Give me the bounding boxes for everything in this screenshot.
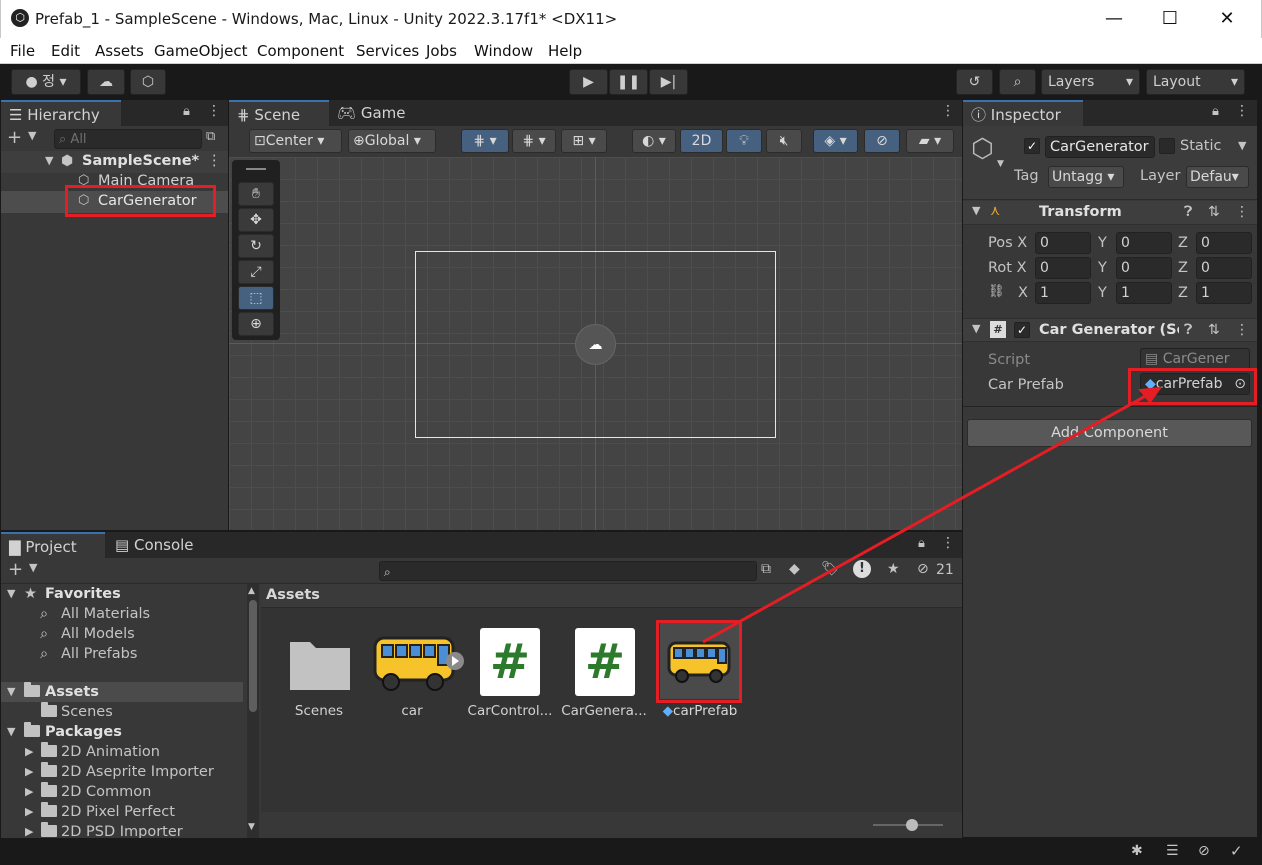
status-bar: ✱ ☰ ⊘ ✓ bbox=[0, 838, 1262, 865]
annotation-arrow bbox=[702, 386, 1163, 644]
cache-server-icon[interactable]: ☰ bbox=[1166, 843, 1179, 859]
check-icon[interactable]: ✓ bbox=[1230, 842, 1243, 860]
unity-editor: ⬡ Prefab_1 - SampleScene - Windows, Mac,… bbox=[0, 0, 1262, 865]
auto-generate-icon[interactable]: ⊘ bbox=[1198, 843, 1210, 859]
bug-icon[interactable]: ✱ bbox=[1131, 843, 1143, 859]
